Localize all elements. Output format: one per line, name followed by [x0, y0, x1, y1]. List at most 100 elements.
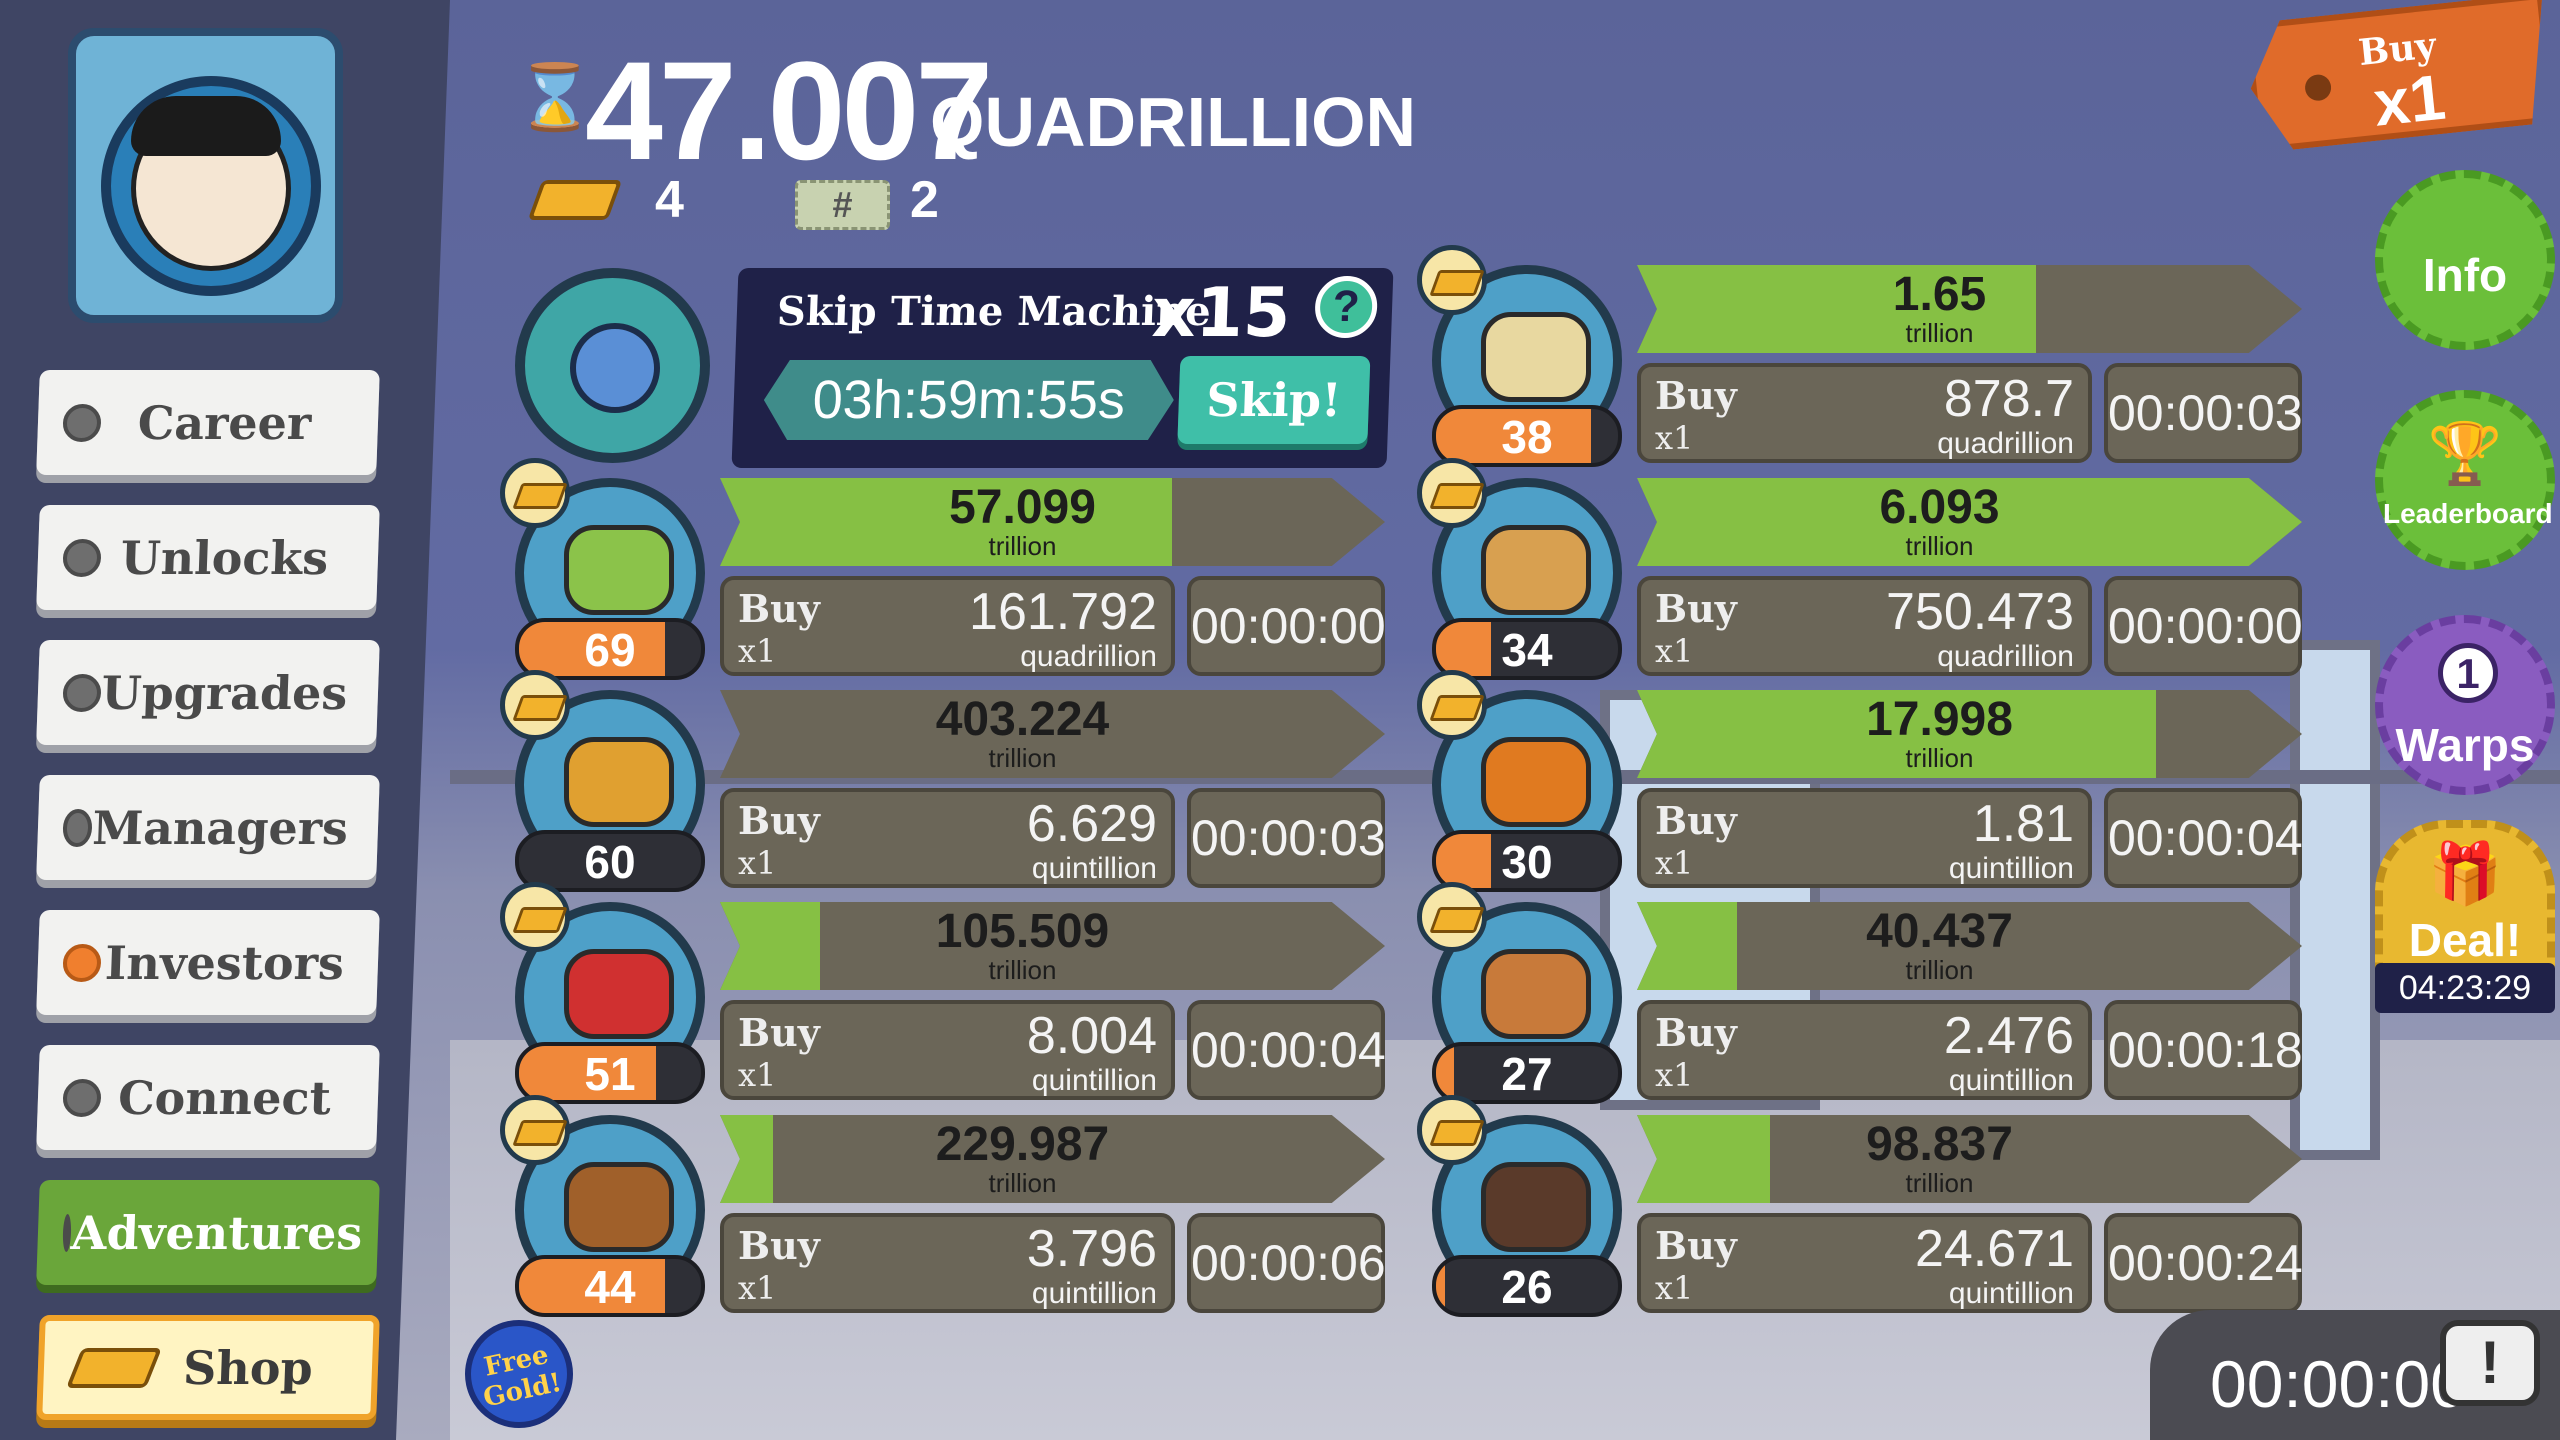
- dinosaur-icon: [564, 525, 674, 615]
- gold-bar-badge-icon[interactable]: [500, 458, 570, 528]
- revenue-unit: trillion: [1905, 318, 1974, 348]
- notification-dot-icon: [62, 943, 102, 982]
- business-row: 44 229.987 trillion Buy x1 3.796 quintil…: [500, 1095, 1430, 1317]
- help-icon[interactable]: ?: [1314, 276, 1379, 338]
- buy-label: Buy: [1655, 798, 1737, 843]
- ticket-count: 2: [910, 171, 939, 229]
- owned-count-badge: 26: [1432, 1255, 1622, 1317]
- leaderboard-button[interactable]: 🏆 Leaderboard: [2375, 390, 2555, 570]
- revenue-unit: trillion: [1905, 743, 1974, 773]
- buy-button[interactable]: Buy x1 2.476 quintillion: [1637, 1000, 2092, 1100]
- sidebar-item-career[interactable]: Career: [36, 370, 380, 475]
- sidebar-item-investors[interactable]: Investors: [36, 910, 380, 1015]
- gold-bar-count: 4: [655, 171, 684, 229]
- revenue-value: 229.987: [935, 1118, 1110, 1171]
- tv-ad-icon[interactable]: !: [2440, 1320, 2540, 1406]
- buy-button[interactable]: Buy x1 878.7 quadrillion: [1637, 363, 2092, 463]
- buy-label: Buy: [1655, 1223, 1737, 1268]
- revenue-value: 17.998: [1866, 693, 2013, 746]
- status-dot-icon: [62, 673, 102, 712]
- trophy-icon: 🏆: [2427, 420, 2503, 487]
- revenue-progress-bar[interactable]: 40.437 trillion: [1637, 902, 2302, 990]
- deal-label: Deal!: [2408, 914, 2522, 966]
- owned-count: 51: [584, 1048, 636, 1100]
- time-machine-timer: 03h:59m:55s: [762, 360, 1175, 440]
- gold-bar-badge-icon[interactable]: [500, 670, 570, 740]
- warps-button[interactable]: 1 Warps: [2375, 615, 2555, 795]
- business-timer: 00:00:06: [1187, 1213, 1386, 1313]
- owned-count-badge: 44: [515, 1255, 705, 1317]
- gold-bar-badge-icon[interactable]: [500, 1095, 570, 1165]
- time-machine-icon[interactable]: [515, 268, 710, 463]
- business-row: 60 403.224 trillion Buy x1 6.629 quintil…: [500, 670, 1430, 892]
- buy-cost: 878.7: [1943, 370, 2074, 428]
- gold-bar-badge-icon[interactable]: [1417, 882, 1487, 952]
- revenue-unit: trillion: [988, 955, 1057, 985]
- buy-button[interactable]: Buy x1 8.004 quintillion: [720, 1000, 1175, 1100]
- buy-button[interactable]: Buy x1 161.792 quadrillion: [720, 576, 1175, 676]
- sidebar-item-adventures[interactable]: Adventures: [36, 1180, 380, 1285]
- revenue-unit: trillion: [1905, 955, 1974, 985]
- revenue-progress-bar[interactable]: 17.998 trillion: [1637, 690, 2302, 778]
- buy-cost-unit: quintillion: [1031, 1064, 1157, 1097]
- revenue-progress-bar[interactable]: 403.224 trillion: [720, 690, 1385, 778]
- pyramid-icon: [564, 737, 674, 827]
- deal-button[interactable]: 🎁 Deal! 04:23:29: [2375, 820, 2555, 1013]
- business-row: 34 6.093 trillion Buy x1 750.473 quadril…: [1417, 458, 2347, 680]
- revenue-value: 6.093: [1879, 481, 2000, 534]
- buy-label: Buy: [738, 586, 820, 631]
- horse-icon: [564, 1162, 674, 1252]
- gold-bar-badge-icon[interactable]: [1417, 1095, 1487, 1165]
- info-button[interactable]: Info: [2375, 170, 2555, 350]
- sidebar-item-unlocks[interactable]: Unlocks: [36, 505, 380, 610]
- gold-bar-badge-icon[interactable]: [500, 882, 570, 952]
- deal-timer: 04:23:29: [2375, 963, 2555, 1013]
- revenue-progress-bar[interactable]: 105.509 trillion: [720, 902, 1385, 990]
- status-dot-icon: [62, 538, 102, 577]
- buy-cost: 2.476: [1943, 1007, 2074, 1065]
- buy-button[interactable]: Buy x1 6.629 quintillion: [720, 788, 1175, 888]
- owned-count-badge: 38: [1432, 405, 1622, 467]
- buy-button[interactable]: Buy x1 1.81 quintillion: [1637, 788, 2092, 888]
- business-row: 38 1.65 trillion Buy x1 878.7 quadrillio…: [1417, 245, 2347, 467]
- buy-label: Buy: [738, 1223, 820, 1268]
- warps-label: Warps: [2395, 719, 2535, 771]
- business-timer: 00:00:00: [2104, 576, 2303, 676]
- buy-cost: 161.792: [969, 583, 1157, 641]
- revenue-value: 1.65: [1892, 268, 1987, 321]
- sidebar-item-managers[interactable]: Managers: [36, 775, 380, 880]
- sidebar-item-label: Unlocks: [119, 530, 330, 585]
- revenue-progress-bar[interactable]: 98.837 trillion: [1637, 1115, 2302, 1203]
- sidebar-item-label: Connect: [117, 1070, 332, 1125]
- owned-count: 34: [1501, 624, 1553, 676]
- revenue-progress-bar[interactable]: 1.65 trillion: [1637, 265, 2302, 353]
- sidebar-item-upgrades[interactable]: Upgrades: [36, 640, 380, 745]
- sidebar-item-label: Adventures: [70, 1205, 364, 1260]
- buy-cost-unit: quintillion: [1948, 1277, 2074, 1310]
- sidebar-item-connect[interactable]: Connect: [36, 1045, 380, 1150]
- buy-multiplier: x1: [738, 1056, 777, 1094]
- revenue-progress-bar[interactable]: 6.093 trillion: [1637, 478, 2302, 566]
- gold-bar-badge-icon[interactable]: [1417, 670, 1487, 740]
- robot-icon: [570, 323, 660, 413]
- revenue-unit: trillion: [1905, 1168, 1974, 1198]
- gold-bar-badge-icon[interactable]: [1417, 458, 1487, 528]
- sidebar-item-label: Career: [136, 395, 313, 450]
- gift-box-icon: 🎁: [2427, 840, 2503, 907]
- revenue-value: 403.224: [935, 693, 1110, 746]
- buy-button[interactable]: Buy x1 24.671 quintillion: [1637, 1213, 2092, 1313]
- revenue-progress-bar[interactable]: 229.987 trillion: [720, 1115, 1385, 1203]
- revenue-progress-bar[interactable]: 57.099 trillion: [720, 478, 1385, 566]
- buy-button[interactable]: Buy x1 3.796 quintillion: [720, 1213, 1175, 1313]
- skip-time-machine-panel: Skip Time Machine x15 ? 03h:59m:55s Skip…: [731, 268, 1394, 468]
- business-row: 51 105.509 trillion Buy x1 8.004 quintil…: [500, 882, 1430, 1104]
- business-timer: 00:00:00: [1187, 576, 1386, 676]
- buy-button[interactable]: Buy x1 750.473 quadrillion: [1637, 576, 2092, 676]
- skip-button[interactable]: Skip!: [1177, 356, 1371, 444]
- buy-cost-unit: quadrillion: [1937, 640, 2074, 673]
- owned-count: 26: [1501, 1261, 1553, 1313]
- mousetrap-icon: [1481, 949, 1591, 1039]
- player-avatar[interactable]: [68, 28, 343, 323]
- gold-bar-badge-icon[interactable]: [1417, 245, 1487, 315]
- sidebar-item-shop[interactable]: Shop: [36, 1315, 380, 1420]
